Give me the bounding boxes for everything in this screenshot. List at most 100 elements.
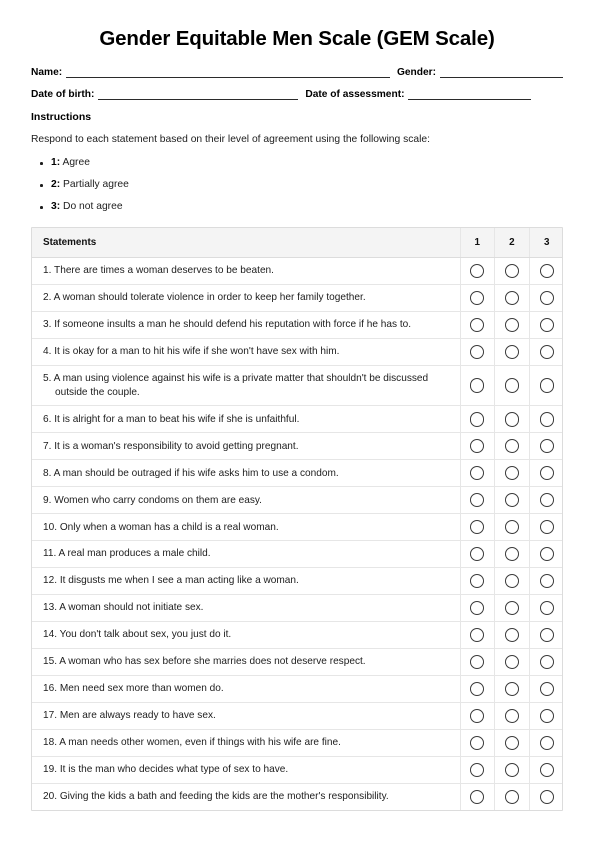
radio-cell-option-1[interactable]	[459, 459, 495, 487]
radio-cell-option-1[interactable]	[459, 486, 495, 514]
radio-button-option-2[interactable]	[504, 627, 520, 643]
radio-cell-option-3[interactable]	[528, 283, 562, 312]
radio-button-option-3[interactable]	[539, 735, 554, 751]
radio-button-option-3[interactable]	[539, 627, 554, 643]
radio-cell-option-2[interactable]	[494, 257, 530, 285]
radio-button-option-1[interactable]	[470, 378, 485, 393]
radio-button-option-1[interactable]	[470, 290, 485, 306]
radio-cell-option-2[interactable]	[494, 756, 530, 784]
radio-cell-option-3[interactable]	[528, 702, 562, 730]
radio-cell-option-1[interactable]	[459, 540, 495, 568]
radio-button-option-3[interactable]	[539, 762, 554, 778]
radio-button-option-3[interactable]	[539, 439, 554, 454]
radio-cell-option-3[interactable]	[528, 310, 562, 339]
radio-button-option-2[interactable]	[504, 378, 520, 393]
radio-button-option-3[interactable]	[539, 574, 554, 589]
radio-cell-option-3[interactable]	[528, 621, 562, 649]
radio-button-option-1[interactable]	[470, 520, 485, 535]
radio-cell-option-3[interactable]	[528, 459, 562, 487]
radio-cell-option-2[interactable]	[494, 459, 530, 487]
radio-button-option-3[interactable]	[539, 263, 554, 279]
radio-cell-option-3[interactable]	[528, 540, 562, 568]
radio-button-option-2[interactable]	[504, 466, 520, 481]
radio-button-option-2[interactable]	[504, 290, 520, 306]
radio-cell-option-1[interactable]	[459, 702, 495, 730]
radio-button-option-3[interactable]	[539, 708, 554, 724]
radio-button-option-2[interactable]	[504, 574, 520, 589]
radio-button-option-2[interactable]	[504, 520, 520, 535]
radio-button-option-3[interactable]	[539, 789, 554, 805]
radio-button-option-1[interactable]	[470, 762, 485, 778]
radio-button-option-1[interactable]	[470, 263, 485, 279]
radio-cell-option-3[interactable]	[528, 432, 562, 460]
radio-cell-option-2[interactable]	[494, 337, 530, 366]
date-of-birth-input-line[interactable]	[98, 88, 299, 100]
radio-cell-option-1[interactable]	[459, 621, 495, 649]
radio-button-option-2[interactable]	[504, 708, 520, 724]
radio-button-option-1[interactable]	[470, 344, 485, 359]
radio-button-option-3[interactable]	[539, 378, 554, 393]
radio-button-option-3[interactable]	[539, 681, 554, 697]
radio-button-option-2[interactable]	[504, 439, 520, 454]
radio-button-option-1[interactable]	[470, 412, 485, 427]
radio-cell-option-2[interactable]	[494, 364, 530, 406]
radio-cell-option-3[interactable]	[528, 567, 562, 595]
radio-button-option-1[interactable]	[470, 439, 485, 454]
radio-cell-option-2[interactable]	[494, 486, 530, 514]
radio-cell-option-1[interactable]	[459, 594, 495, 622]
radio-cell-option-1[interactable]	[459, 337, 495, 366]
radio-button-option-1[interactable]	[470, 735, 485, 751]
radio-button-option-2[interactable]	[504, 735, 520, 751]
radio-cell-option-2[interactable]	[494, 310, 530, 339]
radio-cell-option-1[interactable]	[459, 782, 495, 810]
radio-cell-option-1[interactable]	[459, 513, 495, 541]
radio-cell-option-1[interactable]	[459, 675, 495, 703]
radio-cell-option-3[interactable]	[528, 337, 562, 366]
radio-cell-option-3[interactable]	[528, 405, 562, 433]
radio-button-option-1[interactable]	[470, 466, 485, 481]
radio-button-option-1[interactable]	[470, 574, 485, 589]
radio-cell-option-1[interactable]	[459, 729, 495, 757]
radio-button-option-2[interactable]	[504, 317, 520, 332]
name-input-line[interactable]	[66, 66, 390, 78]
radio-button-option-1[interactable]	[470, 654, 485, 670]
radio-button-option-2[interactable]	[504, 547, 520, 562]
radio-cell-option-1[interactable]	[459, 432, 495, 460]
date-of-assessment-input-line[interactable]	[408, 88, 532, 100]
radio-cell-option-2[interactable]	[494, 621, 530, 649]
radio-cell-option-2[interactable]	[494, 513, 530, 541]
radio-button-option-2[interactable]	[504, 600, 520, 616]
radio-button-option-2[interactable]	[504, 681, 520, 697]
radio-cell-option-3[interactable]	[528, 729, 562, 757]
radio-button-option-2[interactable]	[504, 493, 520, 508]
radio-cell-option-3[interactable]	[528, 364, 562, 406]
radio-button-option-2[interactable]	[504, 412, 520, 427]
radio-cell-option-2[interactable]	[494, 432, 530, 460]
radio-button-option-2[interactable]	[504, 762, 520, 778]
radio-cell-option-3[interactable]	[528, 257, 562, 285]
radio-button-option-2[interactable]	[504, 344, 520, 359]
radio-cell-option-1[interactable]	[459, 364, 495, 406]
radio-cell-option-2[interactable]	[494, 283, 530, 312]
radio-cell-option-3[interactable]	[528, 756, 562, 784]
radio-button-option-3[interactable]	[539, 547, 554, 562]
radio-cell-option-1[interactable]	[459, 283, 495, 312]
radio-cell-option-2[interactable]	[494, 594, 530, 622]
radio-button-option-1[interactable]	[470, 493, 485, 508]
radio-button-option-1[interactable]	[470, 789, 485, 805]
radio-cell-option-1[interactable]	[459, 756, 495, 784]
radio-button-option-1[interactable]	[470, 708, 485, 724]
radio-cell-option-3[interactable]	[528, 486, 562, 514]
gender-input-line[interactable]	[440, 66, 563, 78]
radio-button-option-1[interactable]	[470, 681, 485, 697]
radio-cell-option-3[interactable]	[528, 648, 562, 676]
radio-button-option-3[interactable]	[539, 600, 554, 616]
radio-button-option-3[interactable]	[539, 344, 554, 359]
radio-button-option-3[interactable]	[539, 466, 554, 481]
radio-button-option-2[interactable]	[504, 789, 520, 805]
radio-cell-option-2[interactable]	[494, 405, 530, 433]
radio-cell-option-2[interactable]	[494, 702, 530, 730]
radio-button-option-3[interactable]	[539, 493, 554, 508]
radio-button-option-2[interactable]	[504, 263, 520, 279]
radio-cell-option-1[interactable]	[459, 310, 495, 339]
